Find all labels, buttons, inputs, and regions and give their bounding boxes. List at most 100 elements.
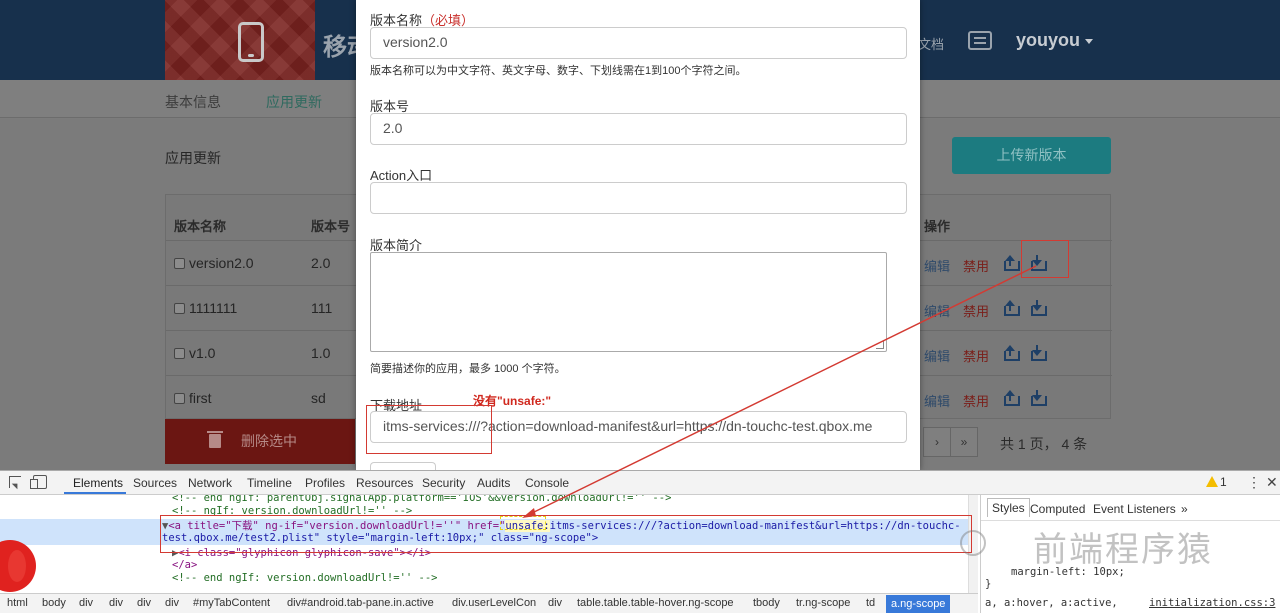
row-checkbox[interactable] (174, 347, 185, 359)
tab-profiles[interactable]: Profiles (305, 476, 345, 490)
device-mode-icon[interactable] (30, 475, 47, 489)
dom-line[interactable]: <!-- end ngIf: parentObj.signalApp.platf… (172, 495, 671, 504)
download-icon[interactable] (1031, 390, 1047, 406)
version-name: version2.0 (189, 255, 254, 271)
phone-icon (238, 22, 264, 62)
breadcrumb-item[interactable]: html (7, 597, 28, 609)
page-info: 共 1 页， 4 条 (1000, 436, 1088, 452)
last-page-button[interactable]: » (950, 427, 978, 457)
warning-count: 1 (1220, 475, 1227, 489)
styles-tabs: Styles Computed Event Listeners » (981, 495, 1280, 521)
upload-new-version-button[interactable]: 上传新版本 (952, 137, 1111, 174)
style-selector: a, a:hover, a:active, (985, 597, 1118, 609)
breadcrumb-item[interactable]: div (137, 597, 151, 609)
row-checkbox[interactable] (174, 392, 185, 404)
warnings-counter[interactable]: 1 (1206, 475, 1227, 489)
close-icon[interactable]: ✕ (1266, 474, 1278, 491)
version-name: v1.0 (189, 345, 216, 361)
annotation-box-unsafe (500, 516, 546, 530)
dom-line[interactable]: </a> (172, 559, 197, 571)
tab-security[interactable]: Security (422, 476, 465, 490)
version-code: 1.0 (311, 345, 331, 361)
inspect-element-icon[interactable] (9, 476, 21, 488)
download-icon[interactable] (1031, 300, 1047, 316)
tab-app-update[interactable]: 应用更新 (266, 92, 322, 112)
breadcrumb-item[interactable]: body (42, 597, 66, 609)
disable-link[interactable]: 禁用 (963, 391, 989, 410)
tab-computed[interactable]: Computed (1030, 502, 1085, 516)
watermark: 前端程序猿 (1033, 530, 1213, 570)
next-page-button[interactable]: › (923, 427, 951, 457)
download-icon[interactable] (1031, 345, 1047, 361)
version-desc-help: 简要描述你的应用，最多 1000 个字符。 (370, 363, 566, 375)
tab-event-listeners[interactable]: Event Listeners (1093, 502, 1176, 516)
delete-selected-label: 删除选中 (241, 433, 297, 449)
breadcrumb-item[interactable]: table.table.table-hover.ng-scope (577, 597, 734, 609)
version-code: 2.0 (311, 255, 331, 271)
tab-timeline[interactable]: Timeline (247, 476, 292, 490)
required-marker: （必填） (422, 13, 475, 28)
upload-icon[interactable] (1004, 345, 1020, 361)
pagination: › » (923, 427, 978, 457)
disable-link[interactable]: 禁用 (963, 256, 989, 275)
tab-resources[interactable]: Resources (356, 476, 413, 490)
breadcrumb-item[interactable]: tbody (753, 597, 780, 609)
upload-icon[interactable] (1004, 390, 1020, 406)
wechat-icon (960, 530, 986, 556)
user-menu[interactable]: youyou (1016, 30, 1094, 51)
dom-line[interactable]: <!-- end ngIf: version.downloadUrl!='' -… (172, 572, 438, 584)
more-options-icon[interactable]: ⋮ (1247, 474, 1261, 491)
version-name-label-text: 版本名称 (370, 13, 423, 28)
breadcrumb-item[interactable]: td (866, 597, 875, 609)
tab-more[interactable]: » (1181, 502, 1188, 516)
edit-version-modal: 版本名称（必填） version2.0 版本名称可以为中文字符、英文字母、数字、… (356, 0, 920, 470)
edit-link[interactable]: 编辑 (924, 346, 950, 365)
version-name-help: 版本名称可以为中文字符、英文字母、数字、下划线需在1到100个字符之间。 (370, 65, 747, 77)
row-checkbox[interactable] (174, 257, 185, 269)
trash-icon (207, 431, 223, 448)
breadcrumb-item-selected[interactable]: a.ng-scope (886, 595, 951, 613)
breadcrumb-item[interactable]: div (109, 597, 123, 609)
devtools-toolbar: Elements Sources Network Timeline Profil… (0, 471, 1280, 495)
message-icon[interactable] (968, 31, 992, 50)
version-code: 111 (311, 300, 333, 316)
edit-link[interactable]: 编辑 (924, 256, 950, 275)
next-field-input[interactable] (370, 462, 436, 470)
version-name: first (189, 390, 212, 406)
annotation-box-anchor-node (160, 515, 972, 553)
upload-icon[interactable] (1004, 255, 1020, 271)
version-desc-textarea[interactable] (370, 252, 887, 352)
style-source-link[interactable]: initialization.css:3 (1149, 597, 1275, 609)
breadcrumb-item[interactable]: #myTabContent (193, 597, 270, 609)
tab-styles[interactable]: Styles (987, 498, 1030, 517)
breadcrumb-item[interactable]: div (548, 597, 562, 609)
column-header-code: 版本号 (311, 219, 351, 234)
version-name-input[interactable]: version2.0 (370, 27, 907, 59)
active-tab-indicator (64, 492, 126, 494)
version-code-input[interactable]: 2.0 (370, 113, 907, 145)
disable-link[interactable]: 禁用 (963, 301, 989, 320)
breadcrumb-item[interactable]: div (165, 597, 179, 609)
edit-link[interactable]: 编辑 (924, 391, 950, 410)
row-checkbox[interactable] (174, 302, 185, 314)
edit-link[interactable]: 编辑 (924, 301, 950, 320)
tab-network[interactable]: Network (188, 476, 232, 490)
chevron-down-icon (1085, 38, 1094, 44)
tab-console[interactable]: Console (525, 476, 569, 490)
nav-doc-link[interactable]: 文档 (918, 34, 944, 53)
delete-selected-button[interactable]: 删除选中 (165, 419, 355, 464)
upload-icon[interactable] (1004, 300, 1020, 316)
breadcrumb-item[interactable]: tr.ng-scope (796, 597, 850, 609)
action-entry-input[interactable] (370, 182, 907, 214)
tab-elements[interactable]: Elements (73, 476, 123, 490)
breadcrumb-item[interactable]: div.userLevelCon (452, 597, 536, 609)
version-code: sd (311, 390, 326, 406)
breadcrumb-item[interactable]: div#android.tab-pane.in.active (287, 597, 434, 609)
tab-sources[interactable]: Sources (133, 476, 177, 490)
annotation-box-download-url (366, 405, 492, 454)
tab-basic-info[interactable]: 基本信息 (165, 92, 221, 112)
tab-audits[interactable]: Audits (477, 476, 510, 490)
user-name: youyou (1016, 30, 1081, 50)
disable-link[interactable]: 禁用 (963, 346, 989, 365)
breadcrumb-item[interactable]: div (79, 597, 93, 609)
